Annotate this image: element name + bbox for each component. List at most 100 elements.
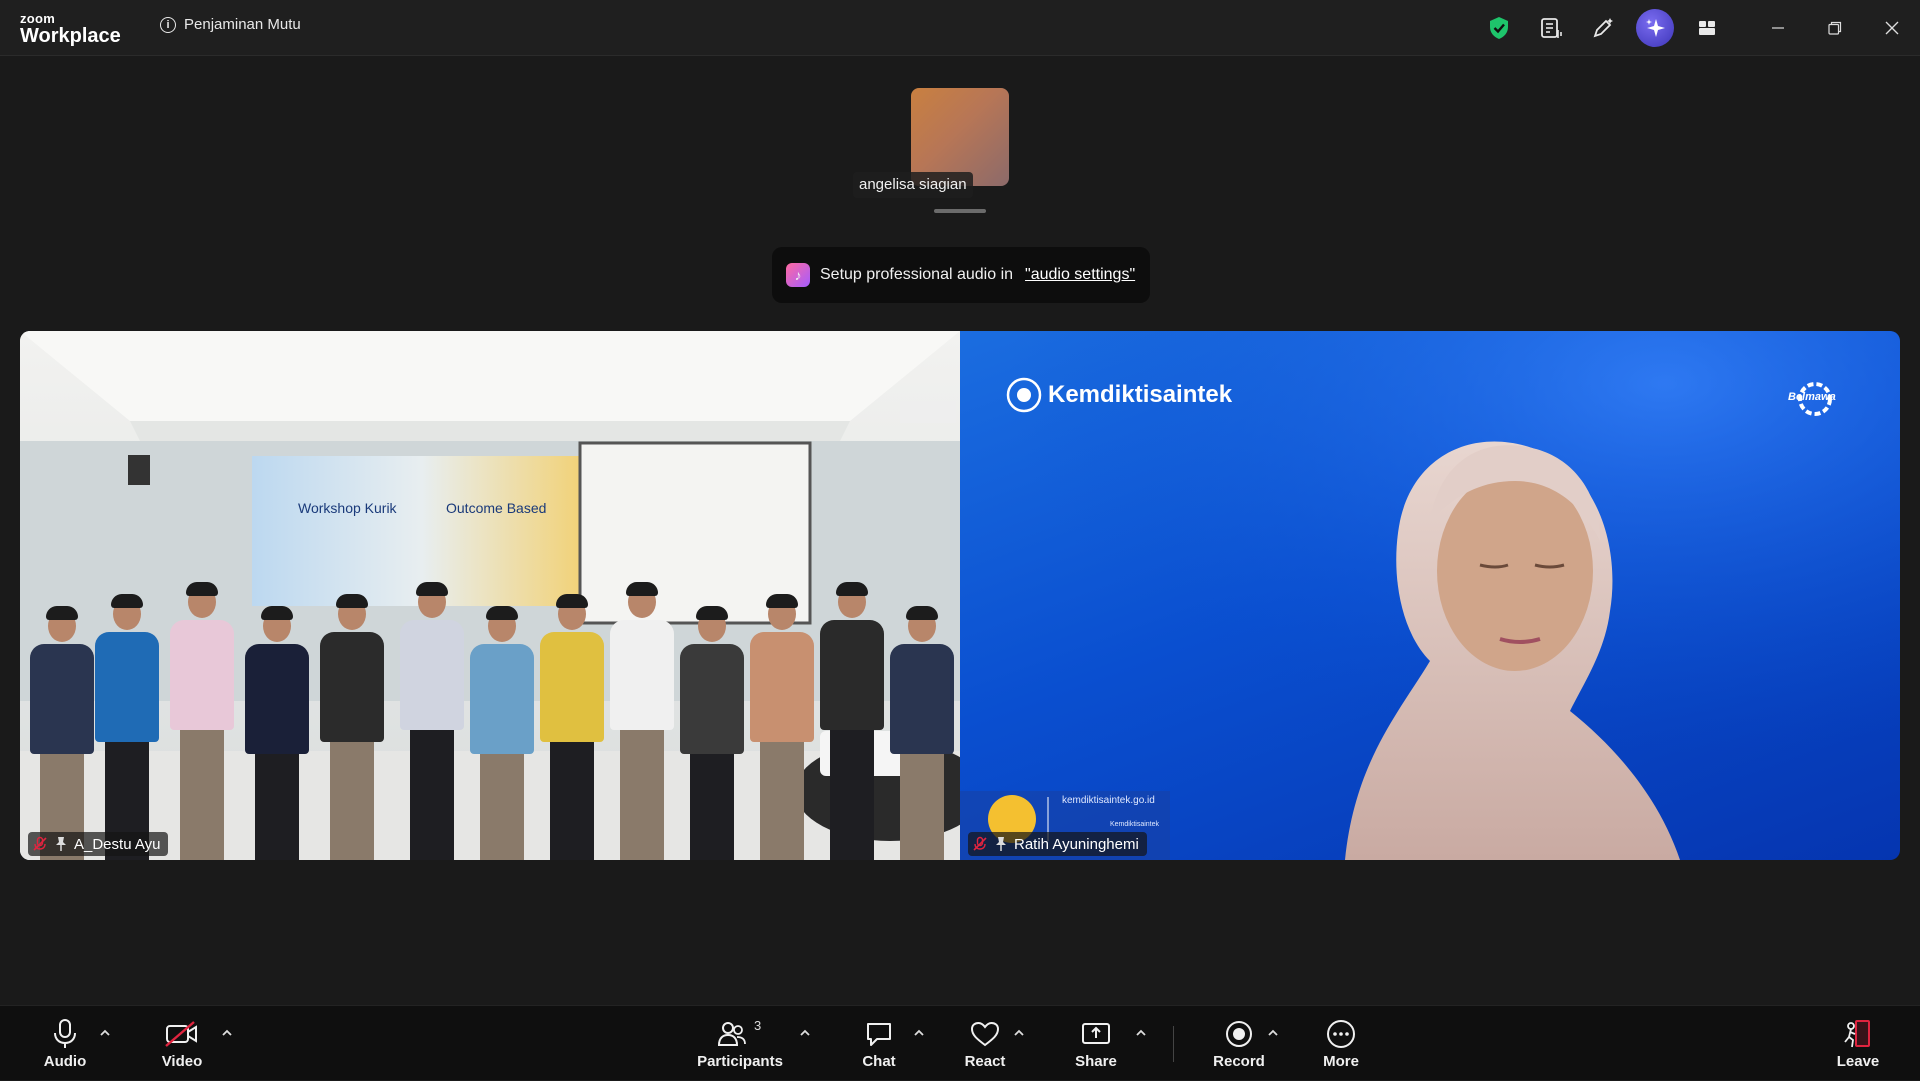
record-icon — [1226, 1021, 1252, 1047]
chat-bubble-icon — [867, 1023, 891, 1046]
react-options-caret[interactable] — [1010, 1024, 1028, 1042]
person — [95, 594, 159, 860]
share-button[interactable]: Share — [1074, 1006, 1118, 1081]
apps-grid-icon — [1699, 21, 1715, 35]
video-options-caret[interactable] — [218, 1024, 236, 1042]
people-layer — [20, 331, 960, 860]
more-label: More — [1323, 1053, 1359, 1070]
chat-label: Chat — [862, 1053, 896, 1070]
share-screen-icon — [1082, 1023, 1110, 1044]
leave-label: Leave — [1836, 1053, 1880, 1070]
minimize-button[interactable] — [1749, 0, 1806, 56]
pin-icon — [56, 837, 66, 851]
person — [610, 582, 674, 860]
person — [540, 594, 604, 860]
speaker-video — [960, 331, 1900, 860]
person — [750, 594, 814, 860]
person — [400, 582, 464, 860]
music-note-icon: ♪ — [786, 263, 810, 287]
security-shield-button[interactable] — [1473, 0, 1525, 56]
thumbnail-drag-handle[interactable] — [934, 209, 986, 213]
sparkle-icon — [1646, 19, 1665, 37]
chevron-up-icon — [1268, 1029, 1278, 1036]
toast-text: Setup professional audio in — [820, 266, 1014, 283]
participant-name: A_Destu Ayu — [74, 835, 161, 853]
chat-options-caret[interactable] — [910, 1024, 928, 1042]
brand-right: Belmawa — [1788, 391, 1836, 403]
chevron-up-icon — [1014, 1029, 1024, 1036]
video-tile-ratih-ayuninghemi[interactable]: Kemdiktisaintek Belmawa kemdiktisaintek.… — [960, 331, 1900, 860]
record-options-caret[interactable] — [1264, 1024, 1282, 1042]
apps-button[interactable] — [1681, 0, 1733, 56]
audio-settings-link[interactable]: "audio settings" — [1025, 266, 1135, 284]
summary-button[interactable] — [1525, 0, 1577, 56]
person — [470, 606, 534, 860]
participants-icon — [717, 1022, 746, 1046]
meeting-info[interactable]: i Penjaminan Mutu — [160, 16, 301, 33]
record-button[interactable]: Record — [1212, 1006, 1266, 1081]
chat-button[interactable]: Chat — [858, 1006, 900, 1081]
whiteboard-button[interactable] — [1577, 0, 1629, 56]
share-options-caret[interactable] — [1132, 1024, 1150, 1042]
record-label: Record — [1213, 1053, 1265, 1070]
title-bar: zoom Workplace i Penjaminan Mutu — [0, 0, 1920, 56]
heart-icon — [970, 1021, 1000, 1047]
participants-options-caret[interactable] — [796, 1024, 814, 1042]
person — [890, 606, 954, 860]
video-tile-a-destu-ayu[interactable]: Workshop Kurik Outcome Based A_Destu Ayu — [20, 331, 960, 860]
name-label: A_Destu Ayu — [28, 832, 169, 856]
video-label: Video — [161, 1053, 203, 1070]
leave-button[interactable]: Leave — [1836, 1006, 1880, 1081]
ai-companion-button[interactable] — [1629, 0, 1681, 56]
person — [170, 582, 234, 860]
chevron-up-icon — [100, 1029, 110, 1036]
audio-settings-toast: ♪ Setup professional audio in "audio set… — [772, 247, 1150, 303]
document-icon — [1541, 18, 1562, 38]
mic-muted-icon — [33, 836, 47, 851]
meeting-controls: Audio Video 3 Participants Chat React Sh… — [0, 1005, 1920, 1080]
website-text: kemdiktisaintek.go.id — [1062, 795, 1155, 806]
minimize-icon — [1771, 27, 1784, 29]
self-view-name: angelisa siagian — [853, 172, 973, 198]
pin-icon — [996, 837, 1006, 851]
person — [820, 582, 884, 860]
participant-name: Ratih Ayuninghemi — [1014, 835, 1139, 853]
restore-icon — [1827, 21, 1841, 35]
audio-options-caret[interactable] — [96, 1024, 114, 1042]
leave-door-icon — [1844, 1020, 1870, 1048]
brand-left: Kemdiktisaintek — [1048, 381, 1233, 408]
person — [245, 606, 309, 860]
participants-button[interactable]: 3 Participants — [697, 1006, 783, 1081]
react-button[interactable]: React — [962, 1006, 1008, 1081]
mic-muted-icon — [973, 836, 987, 851]
participants-label: Participants — [697, 1053, 783, 1070]
video-button[interactable]: Video — [158, 1006, 206, 1081]
chevron-up-icon — [222, 1029, 232, 1036]
more-dots-icon — [1327, 1020, 1355, 1048]
pen-sparkle-icon — [1593, 18, 1613, 38]
brand-large: Workplace — [20, 25, 121, 47]
microphone-icon — [54, 1019, 76, 1048]
share-label: Share — [1075, 1053, 1117, 1070]
audio-label: Audio — [43, 1053, 87, 1070]
close-icon — [1885, 21, 1898, 35]
app-logo: zoom Workplace — [20, 12, 121, 46]
meeting-title: Penjaminan Mutu — [184, 16, 301, 33]
titlebar-tools — [1473, 0, 1920, 56]
close-button[interactable] — [1863, 0, 1920, 56]
more-button[interactable]: More — [1318, 1006, 1364, 1081]
react-label: React — [964, 1053, 1006, 1070]
brand-small: zoom — [20, 11, 56, 26]
toolbar-divider — [1173, 1026, 1174, 1062]
video-off-icon — [165, 1021, 197, 1047]
restore-button[interactable] — [1806, 0, 1863, 56]
person — [320, 594, 384, 860]
info-icon[interactable]: i — [160, 16, 176, 33]
participants-count: 3 — [754, 1018, 762, 1033]
social-text: Kemdiktisaintek — [1110, 821, 1160, 828]
person — [30, 606, 94, 860]
name-label: Ratih Ayuninghemi — [968, 832, 1147, 856]
audio-button[interactable]: Audio — [38, 1006, 92, 1081]
chevron-up-icon — [914, 1029, 924, 1036]
chevron-up-icon — [1136, 1029, 1146, 1036]
